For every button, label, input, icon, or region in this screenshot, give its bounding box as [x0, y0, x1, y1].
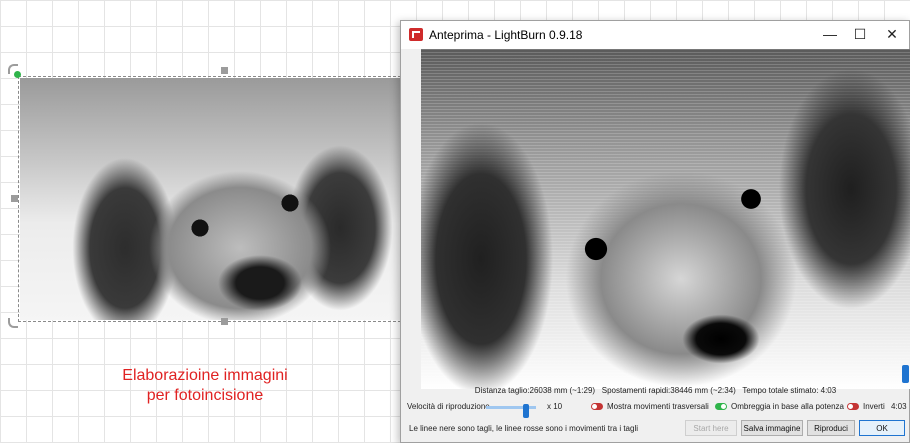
- elapsed-time: 4:03: [891, 402, 907, 411]
- preview-image: [421, 49, 910, 389]
- minimize-button[interactable]: —: [815, 23, 845, 45]
- title-bar[interactable]: Anteprima - LightBurn 0.9.18 — ☐ ✕: [401, 21, 909, 49]
- toggle-show-traverse[interactable]: Mostra movimenti trasversali: [591, 402, 709, 411]
- caption-line-2: per fotoincisione: [146, 387, 264, 404]
- legend-hint: Le linee nere sono tagli, le linee rosse…: [409, 424, 639, 433]
- maximize-button[interactable]: ☐: [845, 23, 875, 45]
- cut-distance: Distanza taglio:26038 mm (~1:29): [474, 386, 596, 395]
- toggle-switch-icon: [847, 403, 859, 410]
- preview-window: Anteprima - LightBurn 0.9.18 — ☐ ✕ Dista…: [400, 20, 910, 443]
- total-time: Tempo totale stimato: 4:03: [742, 386, 837, 395]
- speed-label: Velocità di riproduzione: [407, 402, 490, 411]
- toggle-shade-power[interactable]: Ombreggia in base alla potenza: [715, 402, 844, 411]
- window-title: Anteprima - LightBurn 0.9.18: [429, 28, 583, 42]
- lightburn-logo-icon: [409, 28, 423, 41]
- play-button[interactable]: Riproduci: [807, 420, 855, 436]
- speed-slider[interactable]: [486, 404, 536, 418]
- toggle-label: Ombreggia in base alla potenza: [731, 402, 844, 411]
- resize-handle-bottom[interactable]: [221, 318, 228, 325]
- rapid-moves: Spostamenti rapidi:38446 mm (~2:34): [601, 386, 736, 395]
- playback-controls: Velocità di riproduzione x 10 Mostra mov…: [401, 402, 910, 418]
- toggle-invert[interactable]: Inverti: [847, 402, 885, 411]
- start-here-button[interactable]: Start here: [685, 420, 737, 436]
- toggle-label: Mostra movimenti trasversali: [607, 402, 709, 411]
- toggle-switch-icon: [591, 403, 603, 410]
- progress-slider-thumb[interactable]: [902, 365, 909, 383]
- toggle-label: Inverti: [863, 402, 885, 411]
- toggle-switch-icon: [715, 403, 727, 410]
- speed-value: x 10: [547, 402, 563, 411]
- button-row: Le linee nere sono tagli, le linee rosse…: [401, 419, 910, 439]
- speed-slider-thumb[interactable]: [523, 404, 529, 418]
- caption-line-1: Elaborazioine immagini: [122, 367, 288, 384]
- save-image-button[interactable]: Salva immagine: [741, 420, 803, 436]
- caption-text: Elaborazioine immagini per fotoincisione: [60, 366, 350, 406]
- origin-marker: [14, 71, 21, 78]
- close-button[interactable]: ✕: [877, 23, 907, 45]
- resize-handle-left[interactable]: [11, 195, 18, 202]
- ok-button[interactable]: OK: [859, 420, 905, 436]
- resize-handle-top[interactable]: [221, 67, 228, 74]
- puppy-photo[interactable]: [20, 78, 414, 320]
- status-line: Distanza taglio:26038 mm (~1:29) Spostam…: [401, 386, 910, 395]
- rotate-handle-bottom-left[interactable]: [8, 318, 18, 328]
